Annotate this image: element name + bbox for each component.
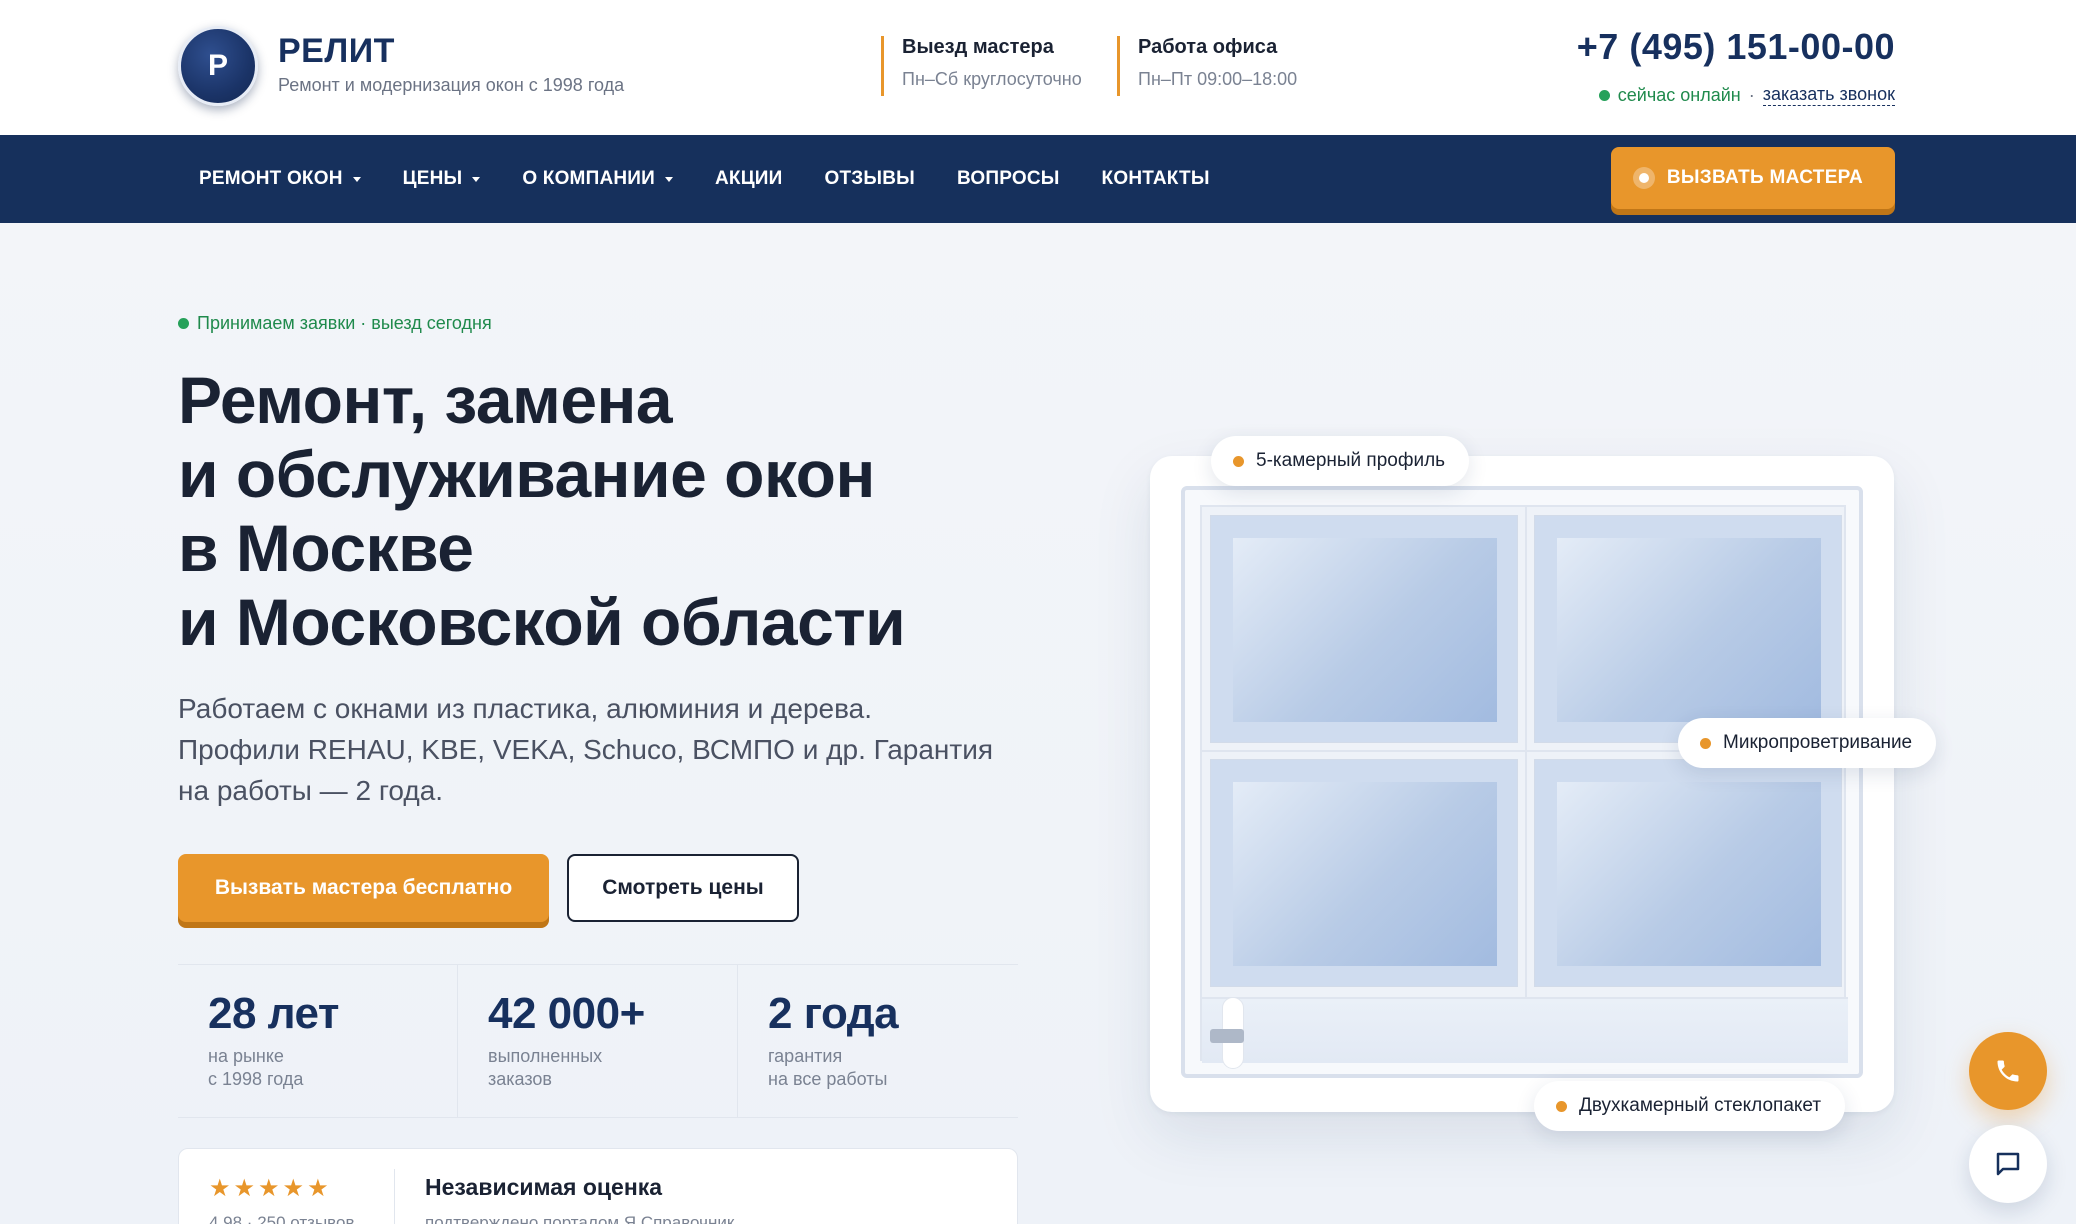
chat-fab-button[interactable]: [1969, 1125, 2047, 1203]
chat-icon: [1996, 1152, 2020, 1176]
online-status: сейчас онлайн · заказать звонок: [1598, 84, 1895, 106]
online-label: сейчас онлайн: [1617, 84, 1741, 105]
title-line: и Московской области: [178, 585, 906, 659]
pulse-dot-icon: [1632, 167, 1655, 189]
nav-label: ЦЕНЫ: [402, 168, 463, 189]
brand-name[interactable]: РЕЛИТ: [278, 32, 395, 71]
nav-label: КОНТАКТЫ: [1101, 168, 1210, 189]
online-dot-icon: [1598, 89, 1610, 101]
rating-text: подтверждено порталом Я.Справочник: [425, 1213, 735, 1224]
tag-dot-icon: [1556, 1100, 1567, 1112]
phone-icon: [1997, 1060, 2019, 1082]
window-sill: [1202, 997, 1848, 1063]
info-office-hours: Работа офиса Пн–Пт 09:00–18:00: [1117, 36, 1297, 96]
nav-label: ОТЗЫВЫ: [824, 168, 915, 189]
page-title: Ремонт, замена и обслуживание окон в Мос…: [178, 363, 998, 659]
call-master-button[interactable]: ВЫЗВАТЬ МАСТЕРА: [1610, 147, 1895, 209]
rating-count: 4.98 · 250 отзывов: [209, 1213, 355, 1224]
tag-label: 5-камерный профиль: [1256, 450, 1446, 471]
chevron-down-icon: [472, 176, 481, 182]
call-master-free-button[interactable]: Вызвать мастера бесплатно: [178, 854, 549, 922]
glass-pane: [1534, 759, 1842, 987]
tag-dot-icon: [1700, 737, 1711, 749]
window-illustration-card: [1150, 456, 1894, 1112]
feature-tag-profile: 5-камерный профиль: [1211, 436, 1470, 486]
nav-label: ВОПРОСЫ: [956, 168, 1060, 189]
glass-pane: [1534, 515, 1842, 743]
nav-item-repair[interactable]: РЕМОНТ ОКОН: [178, 168, 382, 190]
site-header: Р РЕЛИТ Ремонт и модернизация окон с 199…: [0, 0, 2076, 135]
tag-dot-icon: [1233, 455, 1244, 467]
cta-label: ВЫЗВАТЬ МАСТЕРА: [1666, 167, 1863, 188]
stat-value: 28 лет: [208, 989, 339, 1038]
feature-tag-ventilation: Микропроветривание: [1678, 718, 1937, 768]
stat-label: выполненных заказов: [488, 1046, 603, 1089]
chevron-down-icon: [352, 176, 361, 182]
divider: [394, 1169, 395, 1224]
stats-row: 28 лет на рынке с 1998 года 42 000+ выпол…: [178, 964, 1018, 1118]
stat-orders: 42 000+ выполненных заказов: [458, 965, 738, 1117]
stat-value: 42 000+: [488, 989, 645, 1038]
nav-item-about[interactable]: О КОМПАНИИ: [501, 168, 694, 190]
info-title: Выезд мастера: [902, 36, 1054, 58]
brand-tagline: Ремонт и модернизация окон с 1998 года: [278, 75, 625, 95]
nav-item-prices[interactable]: ЦЕНЫ: [382, 168, 502, 190]
nav-item-reviews[interactable]: ОТЗЫВЫ: [804, 168, 936, 190]
window-frame: [1181, 486, 1863, 1078]
glass-pane: [1210, 759, 1518, 987]
mullion: [1525, 507, 1527, 997]
logo-badge[interactable]: Р: [178, 26, 258, 106]
feature-tag-glazing: Двухкамерный стеклопакет: [1534, 1081, 1846, 1131]
phone-number[interactable]: +7 (495) 151-00-00: [1577, 26, 1895, 68]
callback-link[interactable]: заказать звонок: [1762, 84, 1895, 106]
title-line: в Москве: [178, 511, 474, 585]
stat-label: гарантия на все работы: [768, 1046, 888, 1089]
info-master-visit: Выезд мастера Пн–Сб круглосуточно: [881, 36, 1082, 96]
rating-title: Независимая оценка: [425, 1174, 663, 1200]
hero-section: Принимаем заявки · выезд сегодня Ремонт,…: [0, 223, 2076, 1224]
rating-card: ★★★★★ 4.98 · 250 отзывов Независимая оце…: [178, 1148, 1018, 1224]
tag-label: Микропроветривание: [1723, 732, 1913, 753]
nav-item-contacts[interactable]: КОНТАКТЫ: [1081, 168, 1231, 190]
call-fab-button[interactable]: [1969, 1032, 2047, 1110]
chevron-down-icon: [665, 176, 673, 182]
stat-label: на рынке с 1998 года: [208, 1046, 304, 1089]
nav-item-faq[interactable]: ВОПРОСЫ: [936, 168, 1081, 190]
stat-warranty: 2 года гарантия на все работы: [738, 965, 1018, 1117]
nav-menu: РЕМОНТ ОКОН ЦЕНЫ О КОМПАНИИ АКЦИИ ОТЗЫВЫ…: [178, 135, 1231, 223]
nav-item-promotions[interactable]: АКЦИИ: [694, 168, 804, 190]
window-sash: [1200, 505, 1848, 1069]
stat-years: 28 лет на рынке с 1998 года: [178, 965, 458, 1117]
info-subtitle: Пн–Пт 09:00–18:00: [1138, 69, 1298, 89]
stars-icon: ★★★★★: [209, 1175, 332, 1202]
view-prices-button[interactable]: Смотреть цены: [567, 854, 799, 922]
separator: ·: [1748, 84, 1755, 105]
nav-label: О КОМПАНИИ: [522, 168, 655, 189]
hero-lead: Работаем с окнами из пластика, алюминия …: [178, 693, 994, 806]
main-navbar: РЕМОНТ ОКОН ЦЕНЫ О КОМПАНИИ АКЦИИ ОТЗЫВЫ…: [0, 135, 2076, 223]
status-badge: Принимаем заявки · выезд сегодня: [178, 313, 492, 334]
tag-label: Двухкамерный стеклопакет: [1579, 1095, 1822, 1116]
info-title: Работа офиса: [1138, 36, 1278, 58]
glass-pane: [1210, 515, 1518, 743]
nav-label: АКЦИИ: [715, 168, 783, 189]
stat-value: 2 года: [768, 989, 899, 1038]
nav-label: РЕМОНТ ОКОН: [199, 168, 343, 189]
status-text: Принимаем заявки · выезд сегодня: [197, 313, 492, 333]
title-line: и обслуживание окон: [178, 437, 875, 511]
handle-lever-icon: [1210, 1029, 1244, 1043]
title-line: Ремонт, замена: [178, 363, 673, 437]
status-dot-icon: [178, 318, 189, 329]
logo-letter: Р: [207, 49, 228, 82]
info-subtitle: Пн–Сб круглосуточно: [902, 69, 1082, 89]
